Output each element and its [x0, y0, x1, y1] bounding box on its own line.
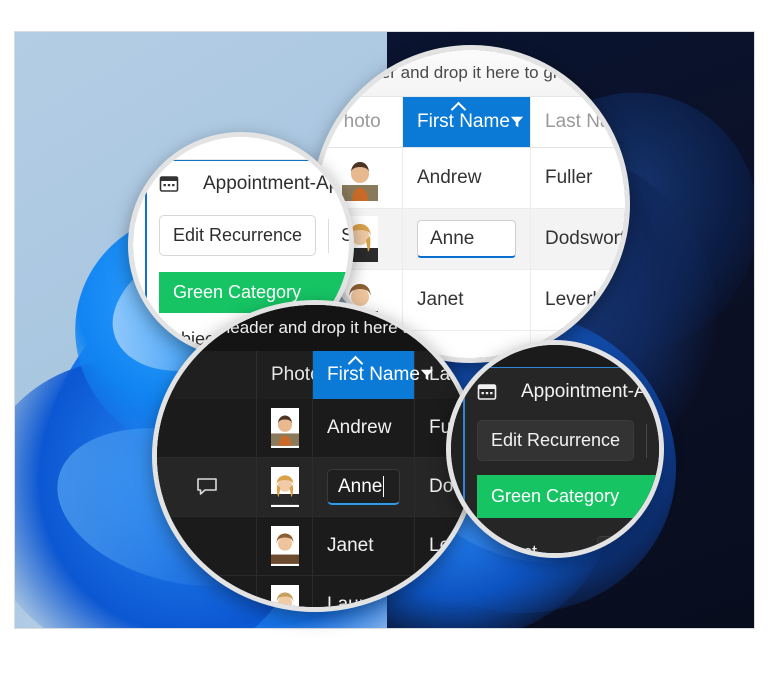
- cell-first-name-editor[interactable]: Anne: [403, 209, 531, 269]
- cell-first-name[interactable]: Janet: [313, 517, 415, 575]
- cell-photo: [257, 576, 313, 607]
- comment-icon[interactable]: [196, 477, 218, 497]
- cell-photo: [257, 517, 313, 575]
- text-caret: [383, 476, 385, 497]
- appointment-ribbon: Edit Recurrence Show: [147, 207, 349, 266]
- window-title: Appointment-Appo: [521, 381, 664, 402]
- calendar-icon: [477, 384, 497, 400]
- cell-row-indicator[interactable]: [157, 458, 257, 516]
- cell-first-name-editor[interactable]: Anne: [313, 458, 415, 516]
- window-top-divider: [451, 345, 659, 367]
- window-title: Appointment-Appoin: [203, 173, 350, 194]
- first-name-input-value: Anne: [338, 475, 383, 497]
- appointment-ribbon: Edit Recurrence Show: [465, 416, 659, 471]
- category-badge[interactable]: Green Category: [477, 475, 659, 518]
- window-title-bar: Appointment-Appo: [465, 368, 664, 416]
- cell-row-indicator: [157, 576, 257, 607]
- cell-last-name[interactable]: Dodsworth: [531, 209, 625, 269]
- appointment-dialog: Appointment-Appo Edit Recurrence Show Gr…: [463, 367, 664, 553]
- table-row[interactable]: Laura Callahan I: [157, 576, 473, 607]
- dark-grid-magnifier: umn header and drop it here to g Photo F…: [152, 300, 478, 612]
- column-header-indicator: [157, 351, 257, 399]
- avatar-andrew: [270, 408, 299, 448]
- cell-last-name[interactable]: Callahan: [415, 576, 473, 607]
- group-panel[interactable]: header and drop it here to gr: [317, 50, 625, 97]
- dark-appointment-magnifier: Appointment-Appo Edit Recurrence Show Gr…: [446, 340, 664, 558]
- table-row[interactable]: Andrew Fuller Vice Pre: [317, 148, 625, 209]
- column-header-label: Photo: [331, 111, 381, 132]
- window-top-divider: [133, 137, 349, 160]
- cell-row-indicator: [157, 517, 257, 575]
- first-name-input[interactable]: Anne: [417, 220, 516, 258]
- dark-appointment-window: Appointment-Appo Edit Recurrence Show Gr…: [451, 345, 664, 553]
- cell-last-name[interactable]: Leverling: [531, 270, 625, 330]
- column-header-label: First Name: [417, 111, 510, 132]
- table-row[interactable]: Anne Dodsworth: [157, 458, 473, 517]
- table-row[interactable]: Andrew Fuller: [157, 399, 473, 458]
- column-header-label: First Name: [327, 364, 420, 385]
- cell-first-name[interactable]: Laura: [313, 576, 415, 607]
- column-header-first-name[interactable]: First Name: [403, 97, 531, 147]
- edit-recurrence-button[interactable]: Edit Recurrence: [159, 215, 317, 256]
- dark-data-grid: umn header and drop it here to g Photo F…: [157, 305, 473, 607]
- filter-icon[interactable]: [510, 115, 524, 129]
- avatar-anne: [270, 467, 299, 507]
- table-row[interactable]: Anne Dodsworth Sales Rep: [317, 209, 625, 270]
- calendar-icon: [159, 176, 179, 192]
- ribbon-divider: [646, 423, 648, 458]
- column-header-label: Last Name: [545, 111, 630, 132]
- edit-recurrence-button[interactable]: Edit Recurrence: [477, 420, 635, 461]
- column-header-first-name[interactable]: First Name: [313, 351, 434, 399]
- cell-last-name[interactable]: Fuller: [531, 148, 625, 208]
- subject-row: Subject: [465, 518, 659, 553]
- window-title-bar: Appointment-Appoin: [147, 161, 350, 207]
- cell-first-name[interactable]: Andrew: [313, 399, 415, 457]
- column-header-photo[interactable]: Photo: [257, 351, 321, 399]
- column-header-last-name[interactable]: Last Name: [531, 97, 630, 147]
- avatar-janet: [270, 526, 299, 566]
- table-row[interactable]: Janet Leverling: [157, 517, 473, 576]
- ribbon-divider: [328, 218, 330, 253]
- group-panel[interactable]: umn header and drop it here to g: [157, 305, 473, 351]
- column-header-row: Photo First Name Last Name Title: [317, 97, 630, 148]
- cell-first-name[interactable]: Andrew: [403, 148, 531, 208]
- filter-icon[interactable]: [420, 368, 434, 382]
- column-header-row: Photo First Name Last Name Ti: [157, 351, 473, 399]
- screenshot-root: header and drop it here to gr Photo Firs…: [0, 0, 770, 690]
- cell-photo: [257, 458, 313, 516]
- show-as-button[interactable]: Show: [341, 225, 349, 246]
- first-name-input[interactable]: Anne: [327, 469, 400, 505]
- cell-photo: [257, 399, 313, 457]
- cell-row-indicator: [157, 399, 257, 457]
